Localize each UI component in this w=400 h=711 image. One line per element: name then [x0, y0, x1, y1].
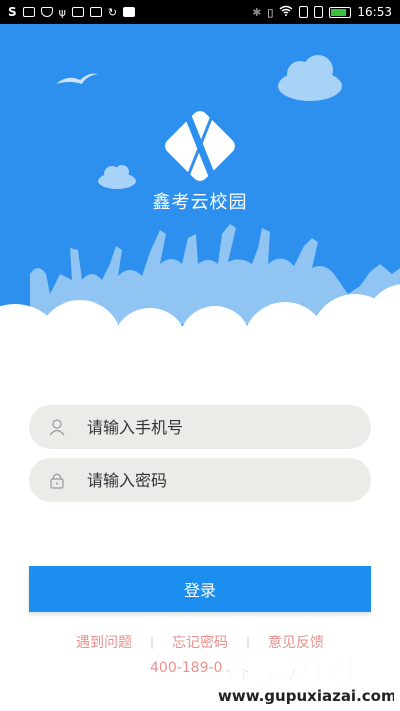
app-name: 鑫考云校园	[152, 192, 248, 213]
clock: 16:53	[357, 5, 392, 19]
watermark-logo: 谷普软件园 www.gupuxiazai.com	[214, 647, 397, 707]
login-form	[29, 405, 371, 511]
phone-input[interactable]	[85, 416, 329, 438]
folder-icon	[71, 7, 84, 17]
status-bar: S ψ ↻ ✱ ▯ 16:53	[0, 0, 400, 24]
password-input[interactable]	[85, 469, 329, 491]
calendar-icon	[89, 7, 102, 17]
vibrate-icon: ▯	[267, 5, 274, 19]
wifi-icon	[279, 5, 293, 19]
login-button[interactable]: 登录	[29, 566, 371, 612]
notification-icon	[123, 7, 136, 17]
status-right-icons: ✱ ▯ 16:53	[252, 5, 392, 19]
bluetooth-icon: ✱	[252, 5, 262, 19]
svg-text:www.gupuxiazai.com: www.gupuxiazai.com	[218, 687, 394, 705]
hotline-number[interactable]: 400-189-0	[150, 660, 222, 676]
status-left-icons: S ψ ↻	[8, 5, 136, 19]
password-field[interactable]	[29, 458, 371, 502]
battery-icon	[329, 6, 352, 18]
svg-text:谷普软件园: 谷普软件园	[224, 655, 354, 686]
usb-icon: ψ	[58, 5, 66, 19]
header-illustration	[0, 55, 400, 344]
user-icon	[47, 417, 67, 437]
problem-link[interactable]: 遇到问题	[58, 632, 150, 652]
app-logo-icon	[165, 111, 235, 181]
cloud-right-icon	[278, 55, 342, 101]
carrier-icon: S	[8, 5, 17, 19]
phone-field[interactable]	[29, 405, 371, 449]
sim-icon	[299, 6, 309, 18]
sim2-icon	[314, 6, 324, 18]
lock-icon	[47, 470, 67, 490]
sync-icon: ↻	[107, 5, 118, 19]
image-icon	[22, 7, 35, 17]
bird-icon	[56, 73, 98, 84]
header-banner: 鑫考云校园	[0, 24, 400, 344]
cloud-left-icon	[98, 165, 136, 189]
shield-icon	[40, 7, 53, 17]
